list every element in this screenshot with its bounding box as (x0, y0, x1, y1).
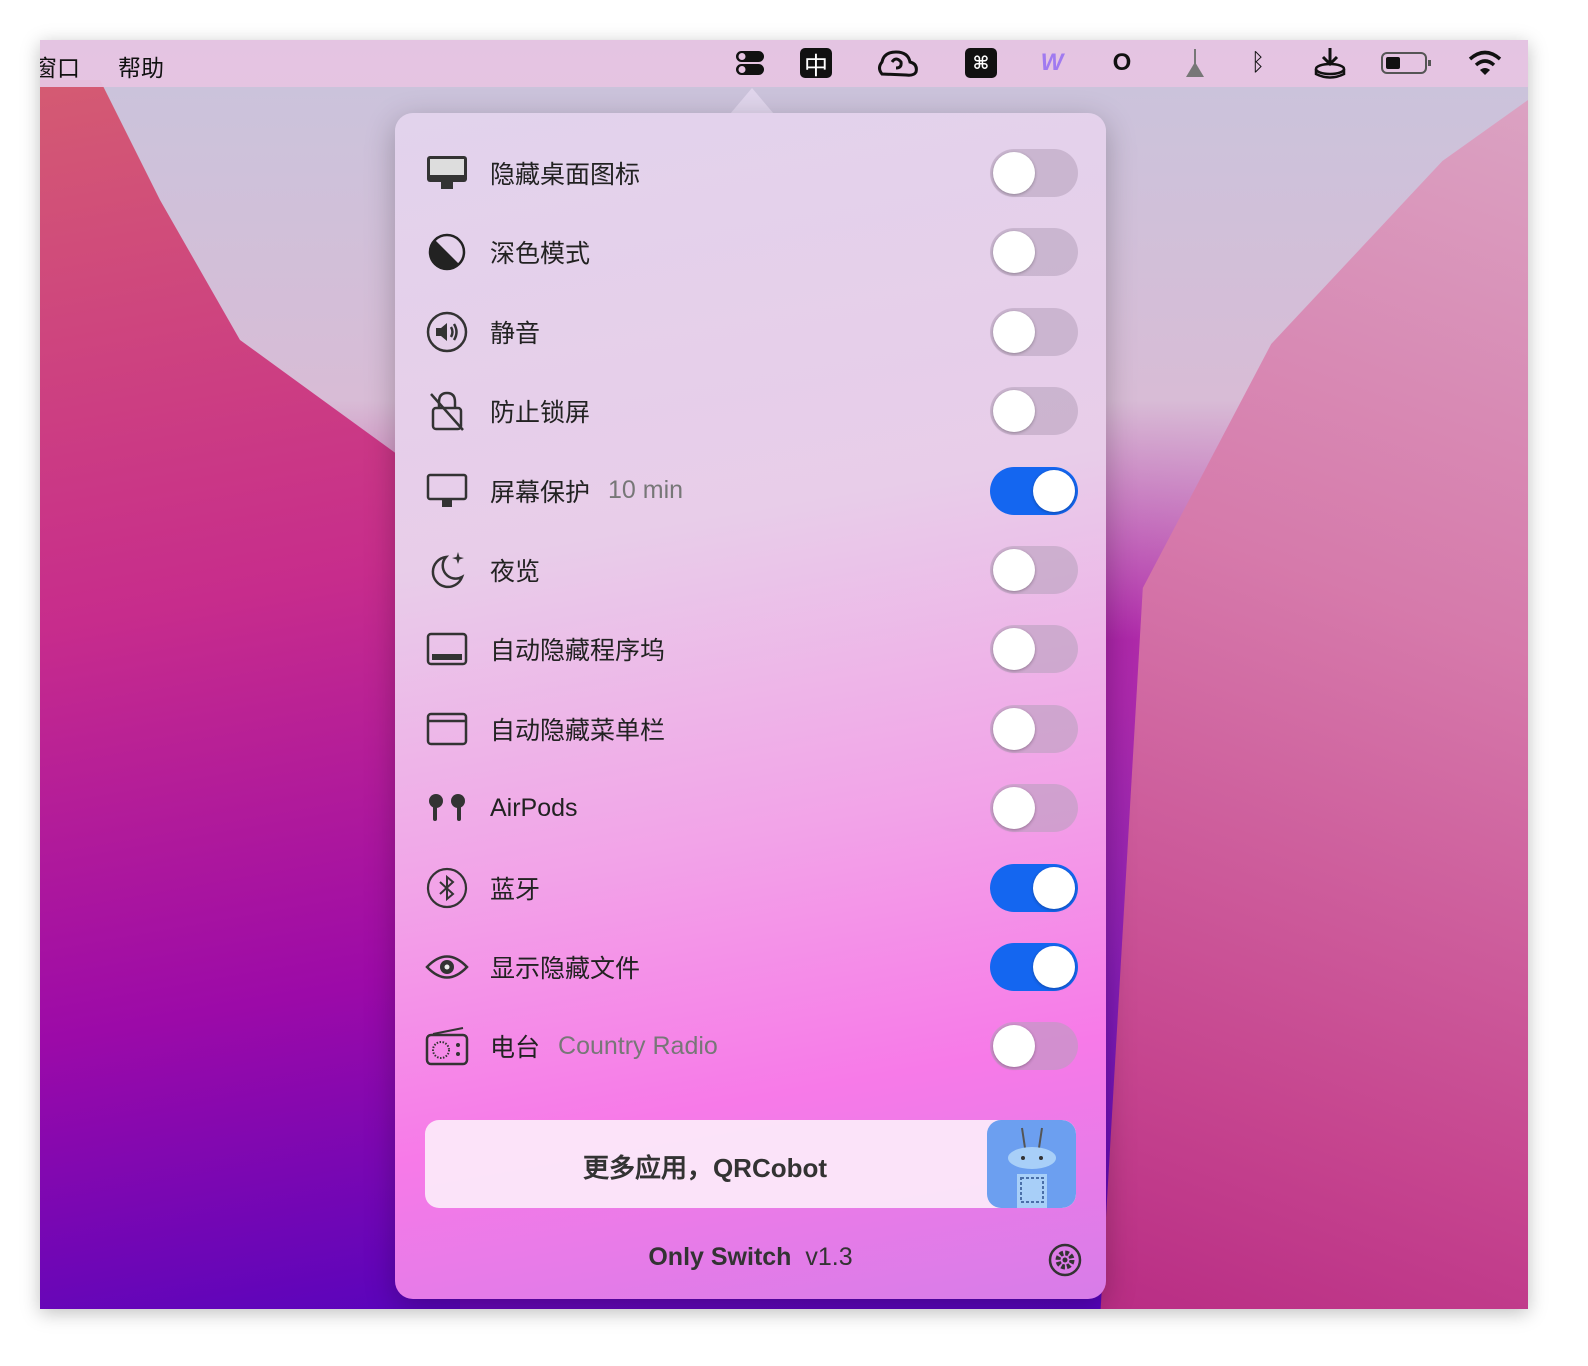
toggle-knob (1033, 866, 1075, 909)
switch-label: 静音 (490, 319, 541, 348)
switch-row-4: 屏幕保护 10 min (425, 461, 1078, 521)
toggle-knob (1033, 469, 1075, 512)
menu-bar: 窗口 帮助 中 ⌘ W O ᛒ (40, 40, 1528, 87)
toggle-knob (993, 152, 1035, 194)
dock-icon (425, 627, 469, 671)
airpods-icon (425, 786, 469, 830)
switch-row-6: 自动隐藏程序坞 (425, 619, 1078, 679)
toggle-switch[interactable] (990, 149, 1078, 197)
toggle-knob (993, 707, 1035, 750)
qrcobot-logo (987, 1120, 1076, 1208)
only-switch-icon[interactable] (735, 48, 765, 78)
switch-label: 防止锁屏 (490, 399, 591, 428)
battery-icon[interactable] (1380, 48, 1432, 78)
menubar-icon (425, 707, 469, 751)
command-icon[interactable]: ⌘ (965, 48, 997, 78)
gear-icon[interactable] (1048, 1243, 1082, 1277)
switch-row-1: 深色模式 (425, 222, 1078, 282)
desktop: 窗口 帮助 中 ⌘ W O ᛒ 隐藏桌面图标 深色模式静音防止锁屏屏幕保护 10 m… (40, 40, 1528, 1309)
monitor-icon (425, 469, 469, 513)
switch-label: AirPods (490, 793, 578, 822)
popover-arrow (730, 88, 774, 114)
toggle-switch[interactable] (990, 307, 1078, 356)
toggle-switch[interactable] (990, 387, 1078, 436)
switch-detail: 10 min (608, 476, 684, 505)
toggle-knob (993, 1025, 1035, 1068)
toggle-switch[interactable] (990, 546, 1078, 594)
dark-mode-icon (425, 230, 469, 274)
app-version: v1.3 (805, 1243, 853, 1271)
toggle-knob (993, 310, 1035, 353)
broom-icon[interactable] (1180, 48, 1210, 78)
cloud-icon[interactable] (876, 48, 920, 78)
desktop-icon (425, 151, 469, 195)
toggle-knob (993, 628, 1035, 671)
toggle-switch[interactable] (990, 1022, 1078, 1071)
toggle-switch[interactable] (990, 784, 1078, 833)
lock-slash-icon (425, 389, 469, 433)
toggle-knob (993, 787, 1035, 830)
toggle-knob (993, 390, 1035, 433)
switch-label: 自动隐藏菜单栏 (490, 716, 666, 745)
w-app-icon[interactable]: W (1033, 48, 1071, 78)
toggle-switch[interactable] (990, 704, 1078, 753)
switch-row-7: 自动隐藏菜单栏 (425, 699, 1078, 759)
bluetooth-icon (425, 866, 469, 910)
switch-row-10: 显示隐藏文件 (425, 937, 1078, 997)
eye-icon (425, 945, 469, 989)
speaker-icon (425, 310, 469, 354)
wifi-icon[interactable] (1467, 48, 1503, 78)
switch-label: 夜览 (490, 558, 541, 586)
switch-row-5: 夜览 (425, 540, 1078, 600)
toggle-knob (993, 231, 1035, 274)
switch-row-8: AirPods (425, 778, 1078, 838)
switch-label: 深色模式 (490, 240, 591, 269)
input-method-icon[interactable]: 中 (800, 48, 832, 80)
toggle-knob (1033, 946, 1075, 988)
toggle-switch[interactable] (990, 228, 1078, 277)
switch-label: 电台 (490, 1034, 541, 1063)
switch-row-0: 隐藏桌面图标 (425, 143, 1078, 203)
radio-icon (425, 1024, 469, 1068)
switch-row-2: 静音 (425, 302, 1078, 362)
moon-icon (425, 548, 469, 592)
toggle-switch[interactable] (990, 466, 1078, 515)
switch-label: 屏幕保护 (490, 478, 591, 507)
menu-help[interactable]: 帮助 (118, 49, 164, 83)
switch-label: 隐藏桌面图标 (490, 161, 641, 189)
bluetooth-icon[interactable]: ᛒ (1246, 48, 1270, 78)
switch-label: 蓝牙 (490, 875, 541, 904)
only-switch-popover: 隐藏桌面图标 深色模式静音防止锁屏屏幕保护 10 min 夜览自动隐藏程序坞 自动隐藏菜… (395, 113, 1106, 1299)
switch-label: 显示隐藏文件 (490, 955, 641, 983)
app-name: Only Switch (648, 1243, 792, 1271)
toggle-switch[interactable] (990, 943, 1078, 991)
switch-label: 自动隐藏程序坞 (490, 637, 666, 666)
toggle-switch[interactable] (990, 863, 1078, 912)
toggle-switch[interactable] (990, 625, 1078, 674)
more-apps-banner[interactable]: 更多应用，QRCobot (425, 1120, 1076, 1208)
switch-row-3: 防止锁屏 (425, 381, 1078, 441)
promo-text: 更多应用，QRCobot (582, 1153, 828, 1183)
download-icon[interactable] (1312, 48, 1348, 79)
switch-detail: Country Radio (558, 1031, 718, 1060)
toggle-knob (993, 549, 1035, 591)
menu-window[interactable]: 窗口 (40, 49, 80, 83)
switch-row-11: 电台 Country Radio (425, 1016, 1078, 1076)
switch-row-9: 蓝牙 (425, 858, 1078, 918)
o-app-icon[interactable]: O (1110, 48, 1134, 78)
app-footer: Only Switch v1.3 (395, 1243, 1106, 1272)
